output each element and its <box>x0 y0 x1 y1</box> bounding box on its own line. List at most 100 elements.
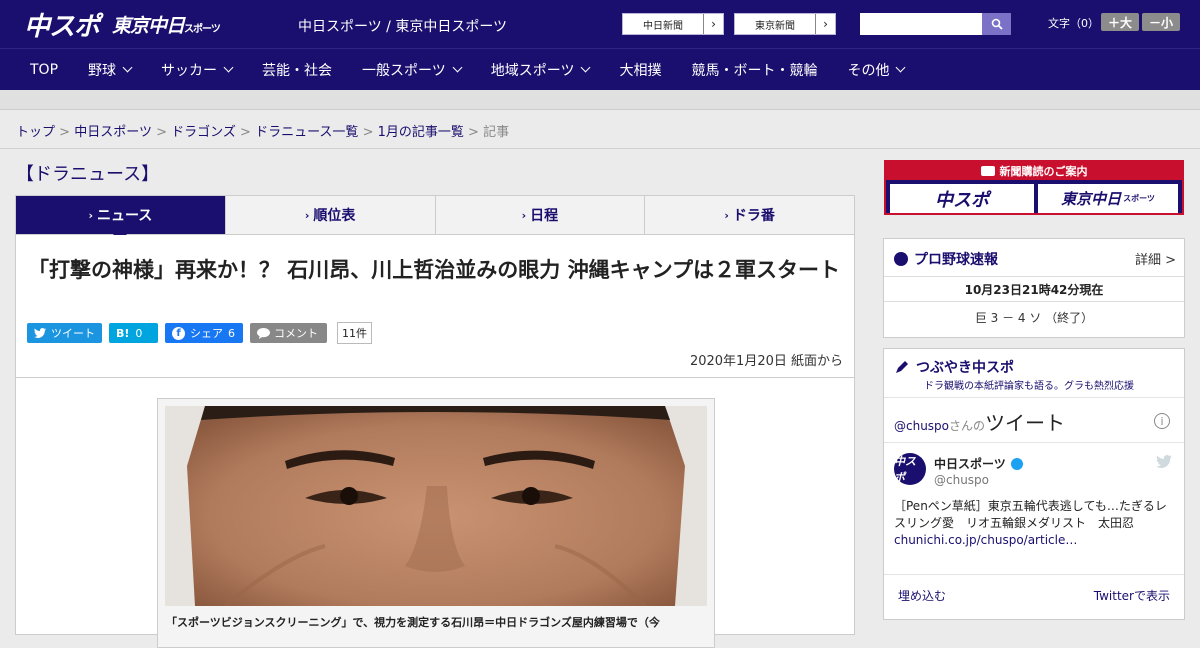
divider <box>884 442 1184 443</box>
nav-item-racing[interactable]: 競馬・ボート・競輪 <box>691 60 817 80</box>
twitter-handle-suffix: さんの <box>949 419 986 433</box>
comment-count-badge[interactable]: 11件 <box>337 322 372 344</box>
article: 「打撃の神様」再来か！？ 石川昂、川上哲治並みの眼力 沖縄キャンプは２軍スタート… <box>15 235 855 648</box>
newspaper-icon <box>980 166 995 176</box>
nav-label: 芸能・社会 <box>262 62 333 79</box>
twitter-timeline-title: ツイート <box>985 411 1066 435</box>
tab-schedule[interactable]: › 日程 <box>436 196 646 234</box>
breadcrumb-january-list[interactable]: 1月の記事一覧 <box>378 125 464 140</box>
breadcrumb-dragons[interactable]: ドラゴンズ <box>171 125 236 140</box>
tokyo-chunichi-logo[interactable]: 東京中日スポーツ <box>112 11 221 38</box>
font-size-label: 文字（0） <box>1048 17 1099 30</box>
verified-badge-icon <box>1010 457 1023 470</box>
tweet-author-name[interactable]: 中日スポーツ <box>934 455 1023 472</box>
nav-label: 一般スポーツ <box>362 62 446 79</box>
tweet-button[interactable]: ツイート <box>27 323 102 343</box>
facebook-share-button[interactable]: f シェア 6 <box>165 323 243 343</box>
divider <box>16 377 854 378</box>
share-count: 6 <box>228 326 235 340</box>
breadcrumb-current: 記事 <box>483 125 510 140</box>
nav-item-general-sports[interactable]: 一般スポーツ <box>362 60 463 80</box>
photo-caption: 「スポーツビジョンスクリーニング」で、視力を測定する石川昂＝中日ドラゴンズ屋内練… <box>166 616 660 629</box>
subscription-ad-title: 新聞購読のご案内 <box>886 162 1182 180</box>
baseball-icon <box>894 252 908 266</box>
nav-item-sumo[interactable]: 大相撲 <box>619 60 661 80</box>
baseball-widget-title: プロ野球速報 <box>894 249 998 269</box>
nav-item-top[interactable]: TOP <box>30 62 58 78</box>
subscription-ad-label: 新聞購読のご案内 <box>999 165 1088 178</box>
avatar[interactable]: 中スポ <box>894 453 926 485</box>
nav-item-soccer[interactable]: サッカー <box>161 60 234 80</box>
tweet-body: ［Penペン草紙］東京五輪代表逃しても…たぎるレスリング愛 リオ五輪銀メダリスト… <box>894 499 1167 530</box>
chevron-right-icon: › <box>815 14 835 34</box>
face-photo-illustration <box>165 406 707 606</box>
embed-link[interactable]: 埋め込む <box>898 587 946 604</box>
ad-tokyo-chunichi-text: 東京中日 <box>1061 190 1122 208</box>
nav-label: 大相撲 <box>619 62 662 79</box>
breadcrumb-sep: > <box>59 125 71 140</box>
chevron-down-icon <box>223 62 234 73</box>
divider <box>884 574 1184 575</box>
subscription-ad[interactable]: 新聞購読のご案内 中スポ 東京中日 スポーツ <box>884 160 1184 215</box>
baseball-score[interactable]: 巨 3 － 4 ソ （終了） <box>884 309 1184 326</box>
twitter-widget: つぶやき中スポ ドラ観戦の本紙評論家も語る。グラも熱烈応援 @chuspoさんの… <box>883 348 1185 620</box>
twitter-widget-subtitle: ドラ観戦の本紙評論家も語る。グラも熱烈応援 <box>924 381 1134 392</box>
nav-item-baseball[interactable]: 野球 <box>88 60 133 80</box>
breadcrumb-top[interactable]: トップ <box>16 125 55 140</box>
nav-item-other[interactable]: その他 <box>847 60 906 80</box>
tab-label: 順位表 <box>313 208 356 224</box>
main-nav: TOP 野球 サッカー 芸能・社会 一般スポーツ 地域スポーツ 大相撲 競馬・ボ… <box>0 48 1200 90</box>
search-input[interactable] <box>860 13 982 35</box>
chevron-right-icon: › <box>724 208 729 222</box>
pen-icon <box>896 361 908 373</box>
twitter-timeline-header: @chuspoさんのツイート <box>894 407 1065 436</box>
share-label: シェア <box>190 327 223 340</box>
nav-item-entertainment[interactable]: 芸能・社会 <box>262 60 332 80</box>
baseball-more-link[interactable]: 詳細 > <box>1135 249 1176 268</box>
info-icon[interactable]: i <box>1154 413 1170 429</box>
article-dateline: 2020年1月20日 紙面から <box>689 354 843 369</box>
twitter-widget-title: つぶやき中スポ <box>894 357 1014 377</box>
breadcrumb-doranews-list[interactable]: ドラニュース一覧 <box>255 125 358 140</box>
tab-news[interactable]: › ニュース <box>16 196 226 241</box>
chevron-right-icon: › <box>304 208 310 222</box>
chuspo-logo[interactable]: 中スポ <box>24 6 100 43</box>
tab-dora-ban[interactable]: › ドラ番 <box>645 196 854 234</box>
article-headline: 「打撃の神様」再来か！？ 石川昂、川上哲治並みの眼力 沖縄キャンプは２軍スタート <box>28 258 840 282</box>
nav-item-regional-sports[interactable]: 地域スポーツ <box>491 60 591 80</box>
tab-label: ドラ番 <box>732 208 775 224</box>
tweet-label: ツイート <box>51 327 95 340</box>
font-smaller-button[interactable]: －小 <box>1142 13 1180 31</box>
section-title: 【ドラニュース】 <box>16 164 160 185</box>
tokyo-shimbun-button[interactable]: 東京新聞 › <box>734 13 836 35</box>
search-icon <box>991 18 1003 30</box>
article-photo[interactable] <box>165 406 707 606</box>
tokyo-chunichi-logo-small: スポーツ <box>184 24 221 35</box>
breadcrumb-chuspo[interactable]: 中日スポーツ <box>74 125 152 140</box>
search-button[interactable] <box>982 13 1011 35</box>
sub-nav-bar <box>0 90 1200 110</box>
chevron-right-icon: › <box>703 14 723 34</box>
chevron-right-icon: › <box>88 208 93 222</box>
tweet-link[interactable]: chunichi.co.jp/chuspo/article… <box>894 533 1077 547</box>
tab-standings[interactable]: › 順位表 <box>226 196 436 234</box>
site-title-link[interactable]: 中日スポーツ / 東京中日スポーツ <box>298 16 507 36</box>
twitter-bird-icon <box>34 328 46 338</box>
font-bigger-button[interactable]: ＋大 <box>1101 13 1139 31</box>
tweet-author-handle[interactable]: @chuspo <box>934 473 989 487</box>
chevron-down-icon <box>896 62 906 73</box>
ad-chuspo-logo: 中スポ <box>890 184 1034 213</box>
twitter-bird-icon[interactable] <box>1156 455 1172 472</box>
tweet-author-label: 中日スポーツ <box>934 457 1006 471</box>
tokyo-chunichi-logo-text: 東京中日 <box>112 15 185 37</box>
chevron-down-icon <box>452 62 463 73</box>
chunichi-shimbun-button[interactable]: 中日新聞 › <box>622 13 724 35</box>
twitter-handle-link[interactable]: @chuspo <box>894 419 949 433</box>
twitter-bird-glyph <box>1156 455 1172 468</box>
nav-label: 野球 <box>88 62 117 79</box>
tweet-text: ［Penペン草紙］東京五輪代表逃しても…たぎるレスリング愛 リオ五輪銀メダリスト… <box>894 498 1176 549</box>
comment-button[interactable]: コメント <box>250 323 327 343</box>
hatena-bookmark-button[interactable]: B! 0 <box>109 323 158 343</box>
view-on-twitter-link[interactable]: Twitterで表示 <box>1094 587 1170 604</box>
hatena-count: 0 <box>135 326 143 340</box>
